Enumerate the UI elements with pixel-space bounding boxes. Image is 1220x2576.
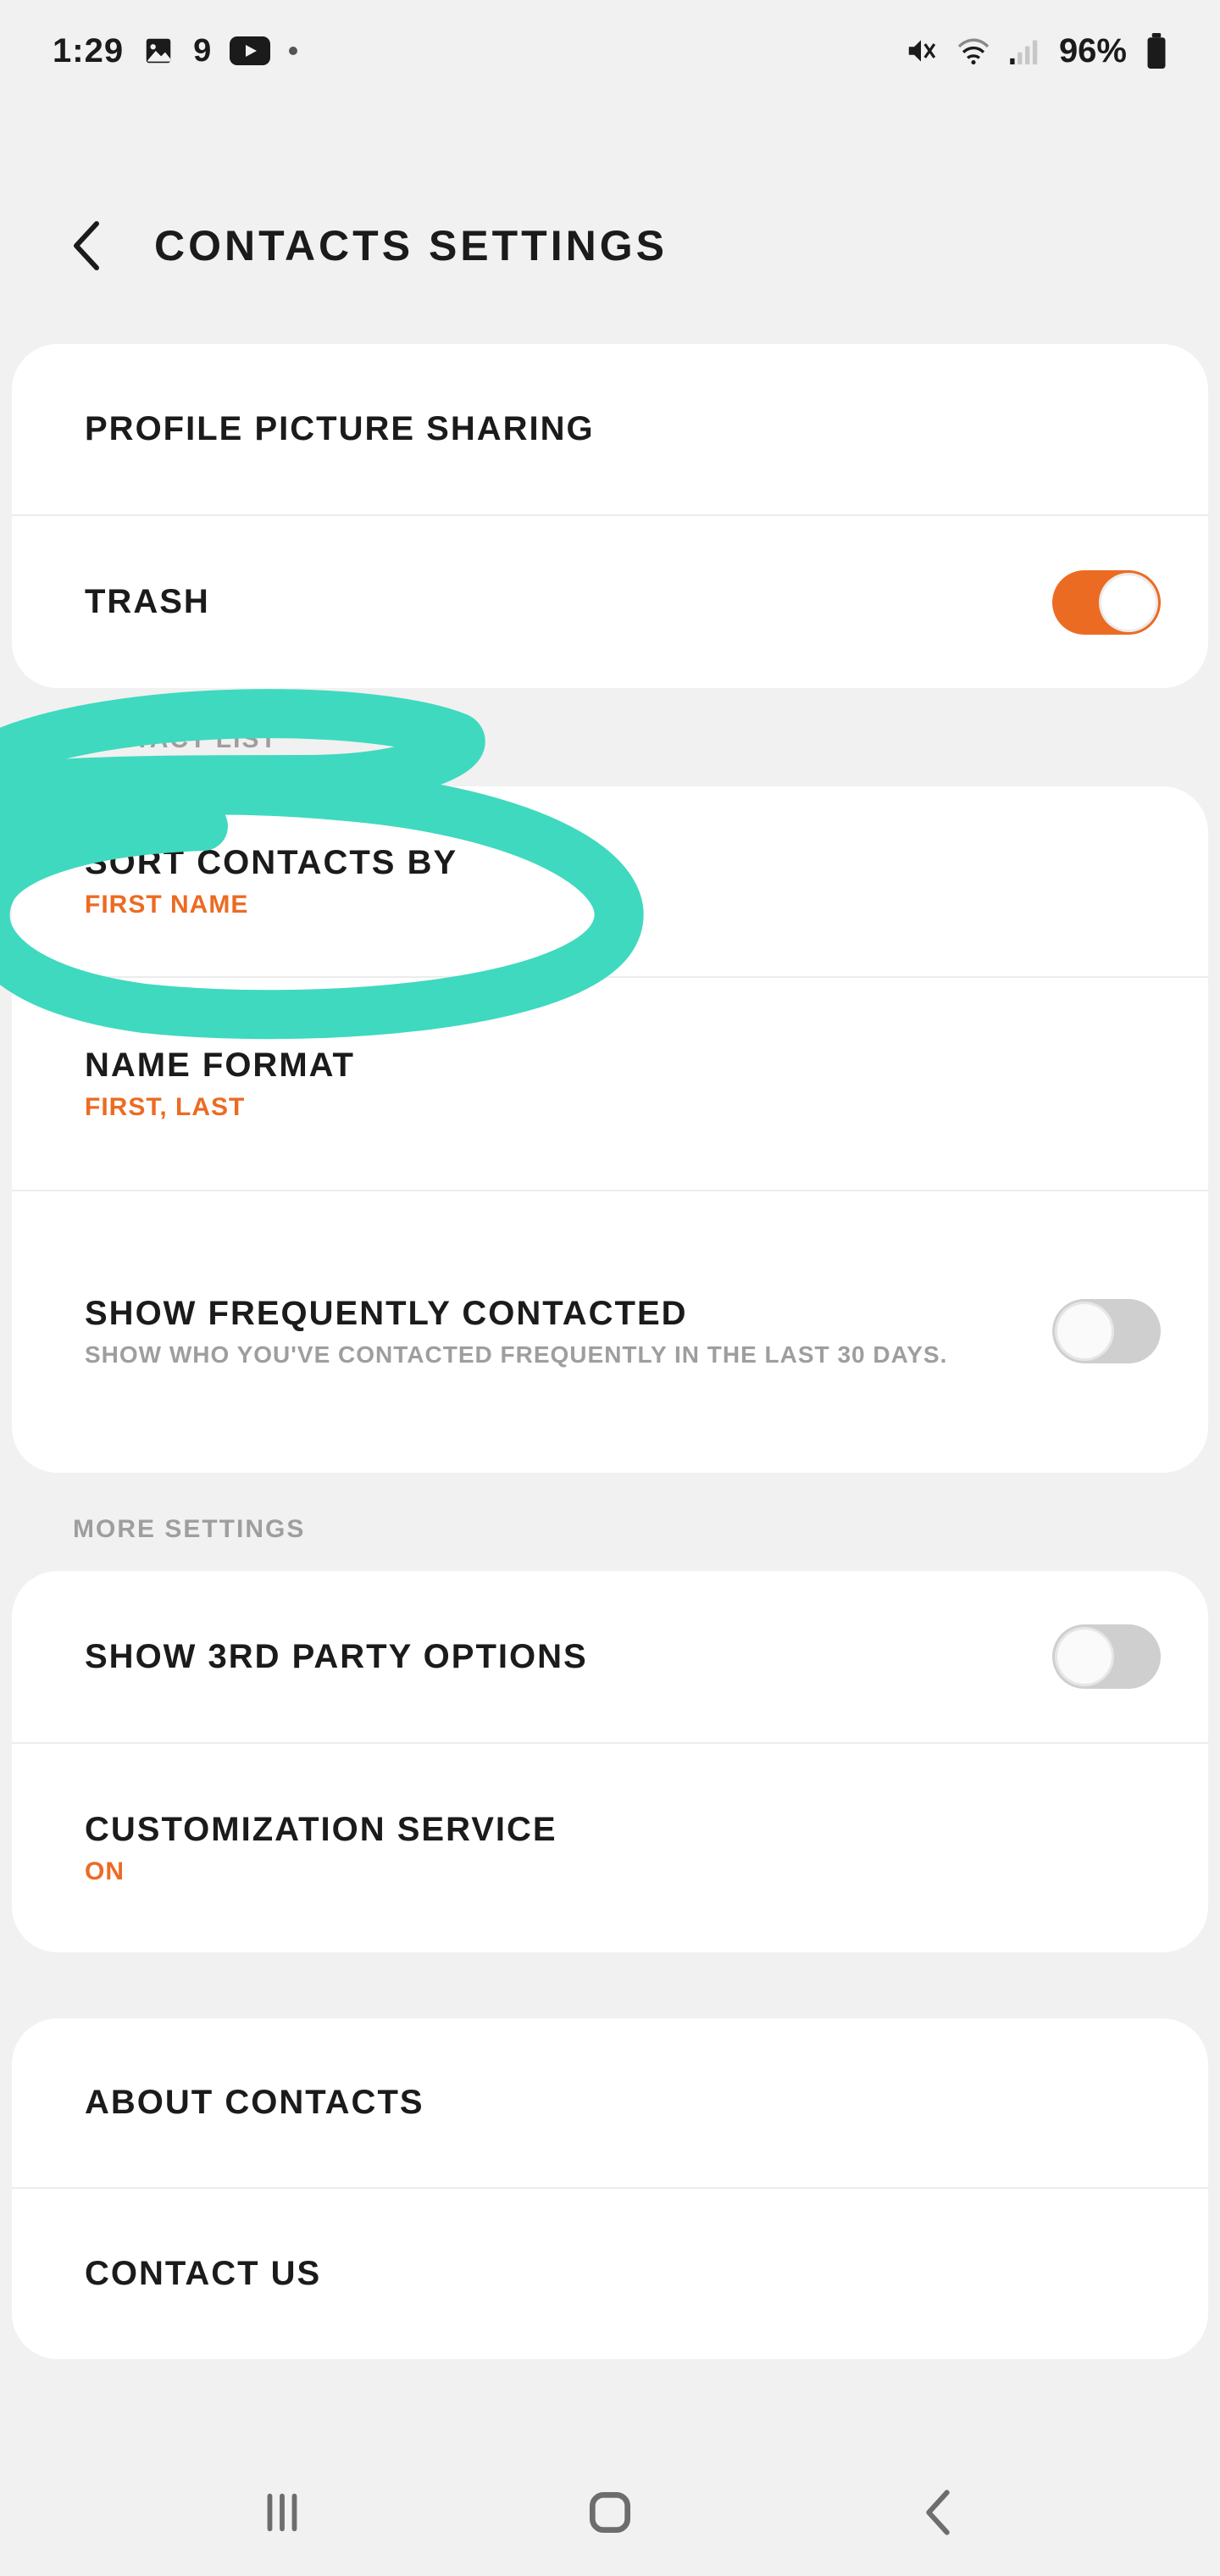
recents-button[interactable] xyxy=(248,2479,316,2546)
frequently-contacted-toggle[interactable] xyxy=(1052,1299,1161,1363)
more-notifications-dot-icon xyxy=(289,47,297,55)
signal-icon xyxy=(1010,37,1040,64)
setting-title: SHOW 3RD PARTY OPTIONS xyxy=(85,1638,588,1676)
section-caption-more-settings: MORE SETTINGS xyxy=(73,1515,305,1544)
setting-title: CUSTOMIZATION SERVICE xyxy=(85,1811,557,1849)
setting-trash[interactable]: TRASH xyxy=(12,516,1208,688)
setting-about-contacts[interactable]: ABOUT CONTACTS xyxy=(12,2018,1208,2189)
back-button[interactable] xyxy=(66,225,107,266)
setting-title: ABOUT CONTACTS xyxy=(85,2084,424,2122)
setting-customization-service[interactable]: CUSTOMIZATION SERVICE ON xyxy=(12,1744,1208,1952)
status-clock: 1:29 xyxy=(53,32,124,70)
page-title: CONTACTS SETTINGS xyxy=(154,221,668,270)
setting-description: SHOW WHO YOU'VE CONTACTED FREQUENTLY IN … xyxy=(85,1341,947,1368)
setting-value: FIRST NAME xyxy=(85,891,458,919)
settings-group-info: ABOUT CONTACTS CONTACT US xyxy=(12,2018,1208,2359)
setting-title: TRASH xyxy=(85,583,210,621)
setting-title: CONTACT US xyxy=(85,2255,321,2293)
settings-group-more: SHOW 3RD PARTY OPTIONS CUSTOMIZATION SER… xyxy=(12,1571,1208,1952)
page-header: CONTACTS SETTINGS xyxy=(0,195,1220,297)
trash-toggle[interactable] xyxy=(1052,570,1161,635)
setting-title: NAME FORMAT xyxy=(85,1046,355,1085)
setting-show-3rd-party-options[interactable]: SHOW 3RD PARTY OPTIONS xyxy=(12,1571,1208,1744)
setting-title: PROFILE PICTURE SHARING xyxy=(85,410,595,448)
nav-back-button[interactable] xyxy=(904,2479,972,2546)
setting-value: ON xyxy=(85,1857,557,1886)
setting-name-format[interactable]: NAME FORMAT FIRST, LAST xyxy=(12,978,1208,1191)
setting-profile-picture-sharing[interactable]: PROFILE PICTURE SHARING xyxy=(12,344,1208,516)
settings-group-general: PROFILE PICTURE SHARING TRASH xyxy=(12,344,1208,688)
notification-count: 9 xyxy=(193,33,211,69)
setting-value: FIRST, LAST xyxy=(85,1093,355,1122)
setting-title: SHOW FREQUENTLY CONTACTED xyxy=(85,1295,947,1333)
battery-icon xyxy=(1145,33,1167,69)
picture-icon xyxy=(142,35,175,67)
wifi-icon xyxy=(956,36,991,65)
settings-group-contact-list: SORT CONTACTS BY FIRST NAME NAME FORMAT … xyxy=(12,786,1208,1473)
setting-title: SORT CONTACTS BY xyxy=(85,844,458,882)
status-bar: 1:29 9 96% xyxy=(0,0,1220,102)
section-caption-contact-list: CONTACT LIST xyxy=(73,725,278,754)
youtube-icon xyxy=(230,36,270,65)
setting-sort-contacts-by[interactable]: SORT CONTACTS BY FIRST NAME xyxy=(12,786,1208,978)
setting-contact-us[interactable]: CONTACT US xyxy=(12,2189,1208,2359)
setting-show-frequently-contacted[interactable]: SHOW FREQUENTLY CONTACTED SHOW WHO YOU'V… xyxy=(12,1191,1208,1471)
system-nav-bar xyxy=(0,2449,1220,2576)
mute-icon xyxy=(905,35,937,67)
status-battery-pct: 96% xyxy=(1059,32,1127,70)
third-party-toggle[interactable] xyxy=(1052,1624,1161,1689)
home-button[interactable] xyxy=(576,2479,644,2546)
